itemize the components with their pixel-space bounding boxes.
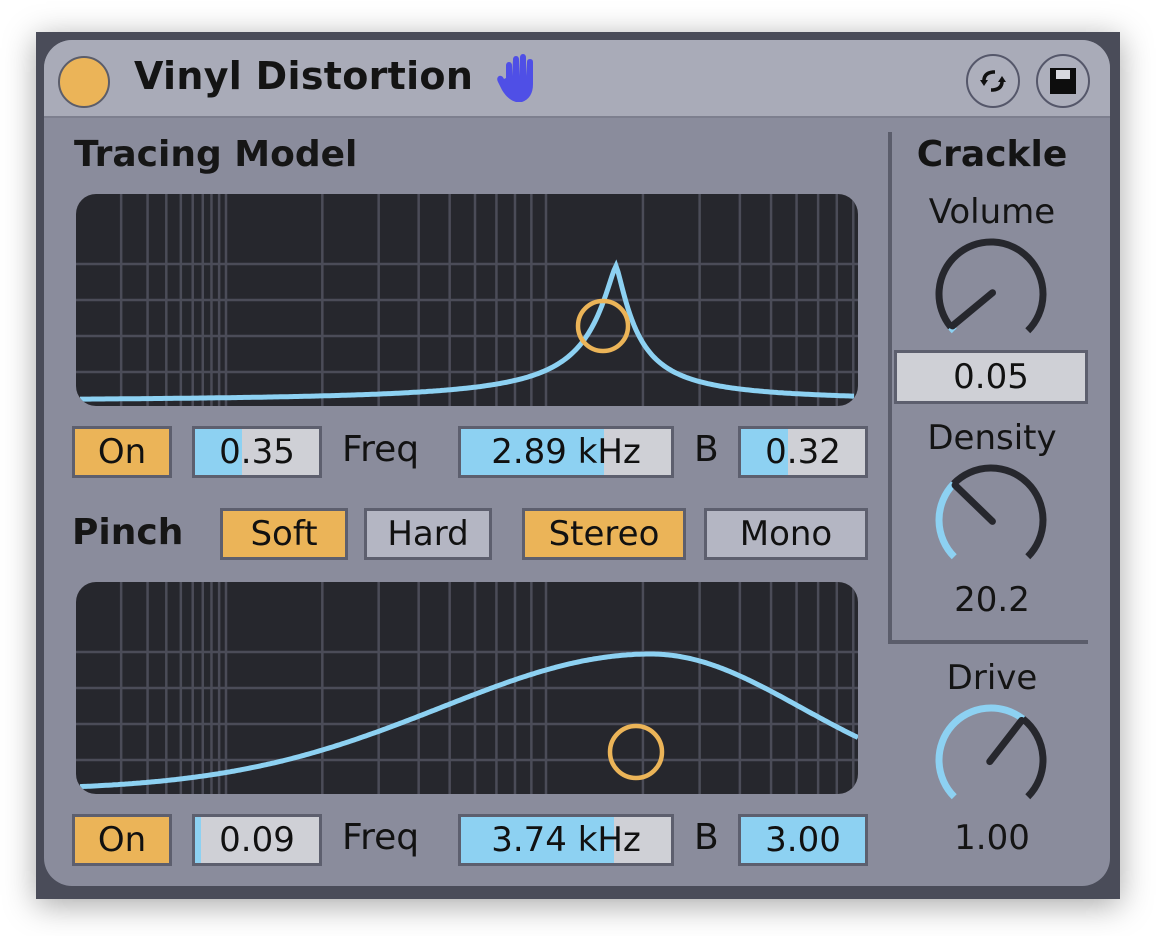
tracing-frequency-curve xyxy=(80,259,854,402)
knob-track xyxy=(935,238,1047,334)
pinch-freq-field[interactable]: 3.74 kHz xyxy=(458,814,674,866)
drive-label: Drive xyxy=(946,658,1038,698)
device-power-button[interactable] xyxy=(58,56,110,108)
pinch-stereo-button[interactable]: Stereo xyxy=(522,508,686,560)
crackle-volume-value: 0.05 xyxy=(953,357,1029,397)
knob-value-arc xyxy=(935,481,957,560)
pinch-on-label: On xyxy=(97,820,147,860)
pinch-mono-label: Mono xyxy=(739,514,833,554)
tracing-freq-value: 2.89 kHz xyxy=(491,432,641,472)
refresh-button[interactable] xyxy=(966,54,1020,108)
knob-needle xyxy=(986,716,1026,766)
crackle-volume-label: Volume xyxy=(928,192,1056,232)
crackle-volume-field[interactable]: 0.05 xyxy=(894,350,1088,404)
crackle-divider-horizontal xyxy=(888,640,1088,644)
save-preset-button[interactable] xyxy=(1036,54,1090,108)
tracing-drive-value: 0.35 xyxy=(219,432,295,472)
crackle-volume-knob[interactable] xyxy=(926,236,1056,356)
tracing-model-title: Tracing Model xyxy=(74,134,358,175)
pinch-soft-label: Soft xyxy=(250,514,318,554)
pinch-frequency-curve xyxy=(79,651,858,790)
tracing-on-button[interactable]: On xyxy=(72,426,172,478)
tracing-freq-field[interactable]: 2.89 kHz xyxy=(458,426,674,478)
crackle-density-knob[interactable] xyxy=(926,462,1056,582)
pinch-freq-handle[interactable] xyxy=(607,723,665,781)
tracing-model-graph-svg xyxy=(76,194,858,406)
pinch-stereo-label: Stereo xyxy=(548,514,660,554)
pinch-freq-label: Freq xyxy=(342,817,420,858)
pinch-b-field[interactable]: 3.00 xyxy=(738,814,868,866)
pinch-graph-svg xyxy=(76,582,858,794)
pinch-mono-button[interactable]: Mono xyxy=(704,508,868,560)
hand-icon xyxy=(497,54,533,102)
tracing-b-value: 0.32 xyxy=(765,432,841,472)
tracing-drive-field[interactable]: 0.35 xyxy=(192,426,322,478)
tracing-model-graph[interactable] xyxy=(76,194,858,406)
tracing-b-field[interactable]: 0.32 xyxy=(738,426,868,478)
pinch-on-button[interactable]: On xyxy=(72,814,172,866)
pinch-b-value: 3.00 xyxy=(765,820,841,860)
pinch-freq-value: 3.74 kHz xyxy=(491,820,641,860)
knob-needle xyxy=(948,289,997,330)
tracing-freq-label: Freq xyxy=(342,429,420,470)
device-title-bar: Vinyl Distortion xyxy=(44,40,1110,118)
graph-grid xyxy=(76,194,858,406)
pinch-hard-label: Hard xyxy=(387,514,469,554)
knob-value-arc xyxy=(935,704,1026,800)
knob-track xyxy=(1020,716,1047,800)
pinch-drive-field[interactable]: 0.09 xyxy=(192,814,322,866)
tracing-b-label: B xyxy=(694,429,719,470)
tracing-on-label: On xyxy=(97,432,147,472)
pinch-drive-fill xyxy=(195,817,202,863)
pinch-label: Pinch xyxy=(72,512,184,553)
drive-knob[interactable] xyxy=(926,702,1056,822)
floppy-save-icon xyxy=(1050,68,1076,94)
pinch-b-label: B xyxy=(694,817,719,858)
pinch-drive-value: 0.09 xyxy=(219,820,295,860)
knob-needle xyxy=(951,481,996,525)
crackle-density-label: Density xyxy=(927,418,1057,458)
drive-value: 1.00 xyxy=(954,818,1030,858)
knob-track xyxy=(951,464,1047,560)
crackle-density-value: 20.2 xyxy=(954,580,1030,620)
graph-grid xyxy=(76,582,858,794)
vinyl-distortion-device: Vinyl Distortion Tracing Model On 0.35 F… xyxy=(44,40,1110,886)
refresh-arrows-icon xyxy=(980,70,1006,92)
crackle-title: Crackle xyxy=(916,134,1068,175)
pinch-soft-button[interactable]: Soft xyxy=(220,508,348,560)
device-title: Vinyl Distortion xyxy=(134,54,474,98)
pinch-graph[interactable] xyxy=(76,582,858,794)
pinch-hard-button[interactable]: Hard xyxy=(364,508,492,560)
